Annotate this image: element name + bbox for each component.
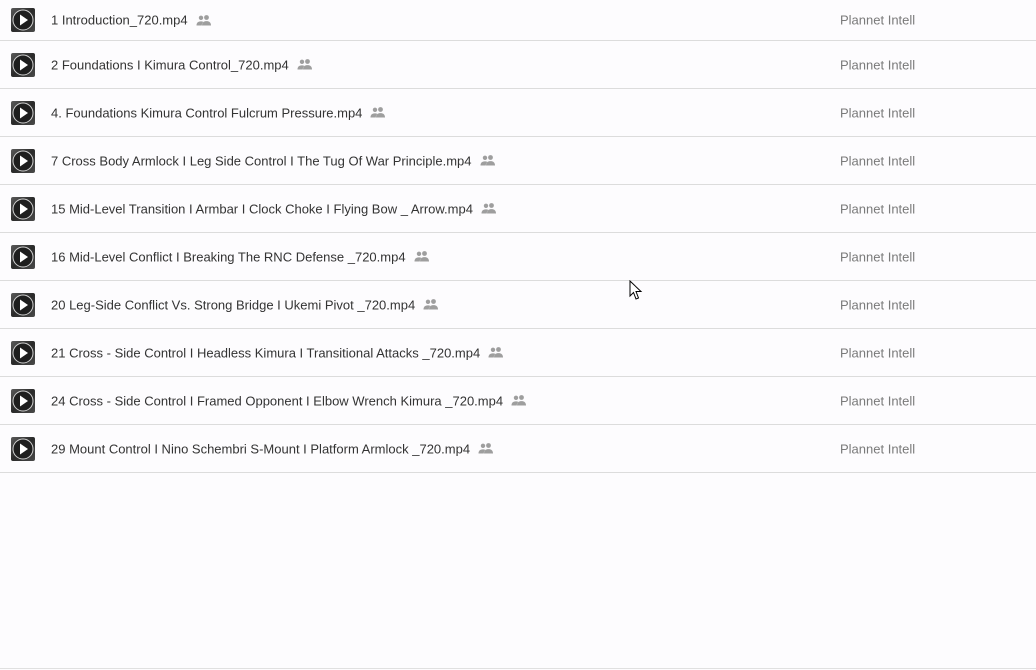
file-row-9[interactable]: 24 Cross - Side Control I Framed Opponen…	[0, 377, 1036, 425]
file-name-text: 2 Foundations I Kimura Control_720.mp4	[51, 57, 289, 72]
video-play-icon	[11, 148, 35, 173]
owner-name: Plannet Intell	[840, 345, 916, 360]
shared-people-icon	[297, 59, 313, 71]
video-play-icon	[11, 388, 35, 413]
owner-name: Plannet Intell	[840, 153, 916, 168]
video-play-icon	[11, 100, 35, 125]
shared-people-icon	[478, 443, 494, 455]
file-name-text: 1 Introduction_720.mp4	[51, 12, 188, 28]
shared-people-icon	[488, 347, 504, 359]
file-name-text: 4. Foundations Kimura Control Fulcrum Pr…	[51, 105, 363, 120]
file-name-text: 7 Cross Body Armlock I Leg Side Control …	[51, 153, 472, 168]
file-name[interactable]: 29 Mount Control I Nino Schembri S-Mount…	[51, 441, 494, 456]
video-play-icon	[11, 52, 35, 77]
shared-people-icon	[480, 155, 496, 167]
file-name[interactable]: 16 Mid-Level Conflict I Breaking The RNC…	[51, 249, 430, 264]
file-name[interactable]: 15 Mid-Level Transition I Armbar I Clock…	[51, 201, 497, 216]
video-play-icon	[11, 292, 35, 317]
file-name[interactable]: 4. Foundations Kimura Control Fulcrum Pr…	[51, 105, 386, 120]
owner-name: Plannet Intell	[840, 105, 916, 120]
video-play-icon	[11, 244, 35, 269]
video-play-icon	[11, 340, 35, 365]
file-row-8[interactable]: 21 Cross - Side Control I Headless Kimur…	[0, 329, 1036, 377]
file-name-text: 16 Mid-Level Conflict I Breaking The RNC…	[51, 249, 406, 264]
shared-people-icon	[414, 251, 430, 263]
file-name[interactable]: 2 Foundations I Kimura Control_720.mp4	[51, 57, 313, 72]
shared-people-icon	[370, 107, 386, 119]
file-name-text: 21 Cross - Side Control I Headless Kimur…	[51, 345, 481, 360]
file-name-text: 15 Mid-Level Transition I Armbar I Clock…	[51, 201, 473, 216]
file-name-text: 20 Leg-Side Conflict Vs. Strong Bridge I…	[51, 297, 416, 312]
shared-people-icon	[196, 14, 212, 26]
video-play-icon	[11, 196, 35, 221]
mouse-cursor-icon	[629, 280, 643, 300]
file-name-text: 29 Mount Control I Nino Schembri S-Mount…	[51, 441, 471, 456]
owner-name: Plannet Intell	[840, 393, 916, 408]
bottom-divider	[0, 668, 1036, 669]
video-play-icon	[11, 436, 35, 461]
file-row-3[interactable]: 4. Foundations Kimura Control Fulcrum Pr…	[0, 89, 1036, 137]
owner-name: Plannet Intell	[840, 441, 916, 456]
owner-name: Plannet Intell	[840, 12, 916, 28]
file-name[interactable]: 20 Leg-Side Conflict Vs. Strong Bridge I…	[51, 297, 439, 312]
video-play-icon	[11, 8, 35, 32]
file-row-6[interactable]: 16 Mid-Level Conflict I Breaking The RNC…	[0, 233, 1036, 281]
file-row-4[interactable]: 7 Cross Body Armlock I Leg Side Control …	[0, 137, 1036, 185]
owner-name: Plannet Intell	[840, 249, 916, 264]
owner-name: Plannet Intell	[840, 297, 916, 312]
file-name[interactable]: 1 Introduction_720.mp4	[51, 13, 212, 28]
owner-name: Plannet Intell	[840, 57, 916, 72]
file-name[interactable]: 21 Cross - Side Control I Headless Kimur…	[51, 345, 504, 360]
shared-people-icon	[511, 395, 527, 407]
file-row-7[interactable]: 20 Leg-Side Conflict Vs. Strong Bridge I…	[0, 281, 1036, 329]
file-row-10[interactable]: 29 Mount Control I Nino Schembri S-Mount…	[0, 425, 1036, 473]
file-name[interactable]: 24 Cross - Side Control I Framed Opponen…	[51, 393, 527, 408]
file-row-1[interactable]: 1 Introduction_720.mp4 Plannet Intell	[0, 0, 1036, 41]
file-list: 1 Introduction_720.mp4 Plannet Intell 2 …	[0, 0, 1036, 473]
file-name[interactable]: 7 Cross Body Armlock I Leg Side Control …	[51, 153, 496, 168]
file-row-2[interactable]: 2 Foundations I Kimura Control_720.mp4 P…	[0, 41, 1036, 89]
shared-people-icon	[423, 299, 439, 311]
file-name-text: 24 Cross - Side Control I Framed Opponen…	[51, 393, 504, 408]
shared-people-icon	[481, 203, 497, 215]
owner-name: Plannet Intell	[840, 201, 916, 216]
file-row-5[interactable]: 15 Mid-Level Transition I Armbar I Clock…	[0, 185, 1036, 233]
